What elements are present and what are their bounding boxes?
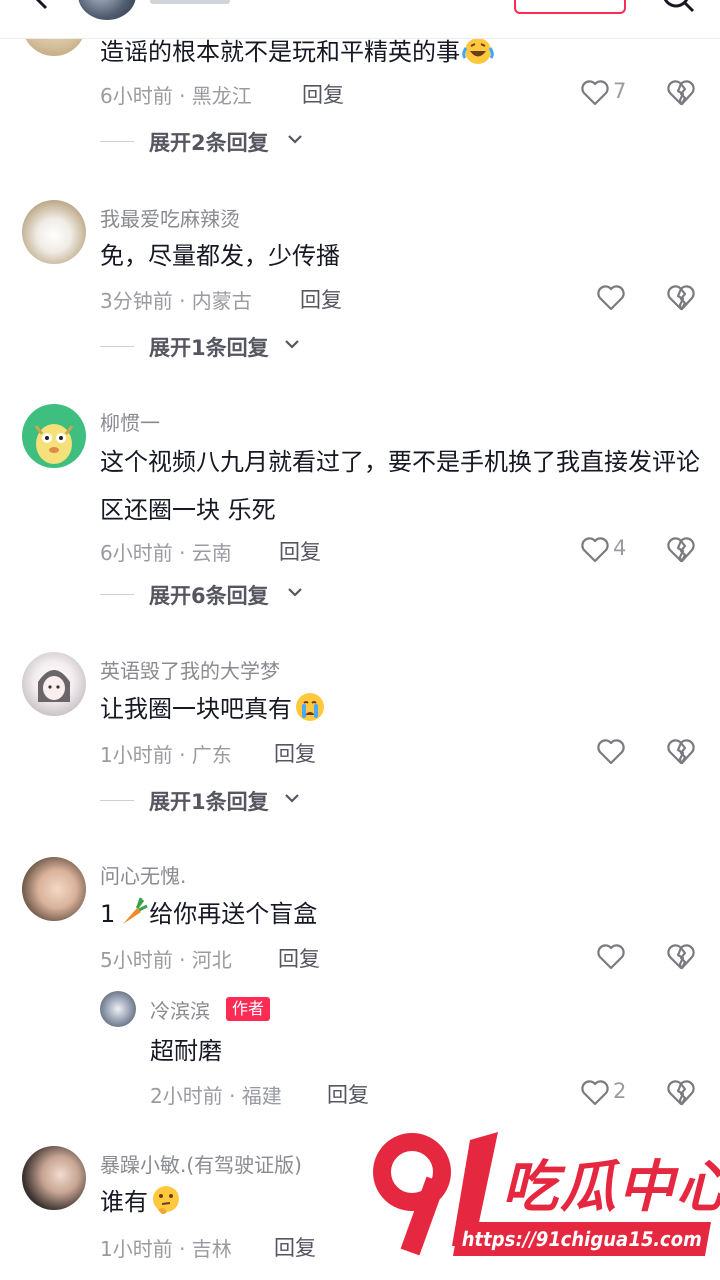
- thinking-emoji-icon: [153, 1186, 179, 1214]
- avatar[interactable]: [22, 1146, 86, 1210]
- like-button[interactable]: 2: [580, 1078, 630, 1108]
- like-button[interactable]: [596, 283, 646, 313]
- reply-button[interactable]: 回复: [327, 1079, 369, 1109]
- commenter-name[interactable]: 冷滨滨: [150, 995, 210, 1024]
- commenter-name[interactable]: 问心无愧.: [100, 860, 186, 889]
- broken-heart-icon[interactable]: [666, 283, 696, 313]
- divider: [100, 141, 134, 142]
- avatar[interactable]: [22, 404, 86, 468]
- comment-time-location: 5小时前 · 河北: [100, 948, 232, 972]
- reply-button[interactable]: 回复: [300, 284, 342, 314]
- comment-time-location: 6小时前 · 云南: [100, 541, 232, 565]
- like-count: 2: [613, 1079, 627, 1103]
- comment-text: 免，尽量都发，少传播: [100, 242, 340, 270]
- commenter-name[interactable]: 柳惯一: [100, 407, 160, 436]
- broken-heart-icon[interactable]: [666, 535, 696, 565]
- comment-time-location: 3分钟前 · 内蒙古: [100, 289, 252, 313]
- author-avatar[interactable]: [78, 0, 136, 20]
- top-bar: [0, 0, 720, 39]
- heart-outline-icon: [597, 285, 625, 311]
- avatar[interactable]: [22, 200, 86, 264]
- broken-heart-icon[interactable]: [666, 78, 696, 108]
- anime-girl-avatar-icon: [38, 670, 70, 702]
- expand-replies-label: 展开1条回复: [149, 790, 269, 814]
- watermark-url: https://91chigua15.com: [453, 1222, 711, 1256]
- watermark-title: 吃瓜中心: [502, 1155, 720, 1220]
- commenter-name[interactable]: 暴躁小敏.(有驾驶证版): [100, 1149, 302, 1178]
- like-count: 4: [613, 536, 627, 560]
- heart-outline-icon: [581, 1080, 609, 1106]
- avatar[interactable]: [22, 652, 86, 716]
- reply-button[interactable]: 回复: [302, 79, 344, 109]
- reply-button[interactable]: 回复: [279, 536, 321, 566]
- divider: [100, 346, 134, 347]
- broken-heart-icon[interactable]: [666, 1078, 696, 1108]
- like-button[interactable]: 4: [580, 535, 630, 565]
- comment-time-location: 6小时前 · 黑龙江: [100, 84, 252, 108]
- expand-replies-label: 展开2条回复: [149, 131, 269, 155]
- reply-button[interactable]: 回复: [274, 1232, 316, 1262]
- comment-text: 让我圈一块吧真有: [100, 685, 700, 733]
- avatar[interactable]: [22, 857, 86, 921]
- author-name: [150, 0, 230, 4]
- reply-button[interactable]: 回复: [274, 738, 316, 768]
- avatar[interactable]: [100, 991, 136, 1027]
- expand-replies-label: 展开6条回复: [149, 584, 269, 608]
- heart-outline-icon: [597, 944, 625, 970]
- comment-text: 1 给你再送个盲盒: [100, 890, 700, 938]
- carrot-emoji-icon: [123, 897, 148, 924]
- commenter-name[interactable]: 我最爱吃麻辣烫: [100, 203, 240, 232]
- crying-emoji-icon: [296, 693, 324, 721]
- like-button[interactable]: [596, 737, 646, 767]
- heart-outline-icon: [597, 739, 625, 765]
- search-icon[interactable]: [660, 0, 696, 16]
- sub-reply: 冷滨滨 作者 超耐磨 2小时前 · 福建 回复 2: [0, 987, 720, 1109]
- like-button[interactable]: 7: [580, 78, 630, 108]
- chevron-down-icon: [285, 794, 299, 803]
- divider: [100, 800, 134, 801]
- chevron-down-icon: [285, 340, 299, 349]
- author-badge: 作者: [226, 997, 271, 1021]
- heart-outline-icon: [581, 80, 609, 106]
- divider: [100, 594, 134, 595]
- comment-time-location: 2小时前 · 福建: [150, 1084, 282, 1108]
- comment-time-location: 1小时前 · 广东: [100, 743, 232, 767]
- back-arrow-icon[interactable]: [26, 0, 54, 10]
- broken-heart-icon[interactable]: [666, 737, 696, 767]
- heart-outline-icon: [581, 537, 609, 563]
- site-watermark: 吃瓜中心 https://91chigua15.com: [370, 1128, 720, 1268]
- chevron-down-icon: [288, 588, 302, 597]
- comment-time-location: 1小时前 · 吉林: [100, 1237, 232, 1261]
- comment-text: 超耐磨: [150, 1037, 222, 1065]
- like-button[interactable]: [596, 942, 646, 972]
- comment-text: 这个视频八九月就看过了，要不是手机换了我直接发评论区还圈一块 乐死: [100, 448, 700, 524]
- broken-heart-icon[interactable]: [666, 942, 696, 972]
- cartoon-avatar-icon: [34, 424, 74, 464]
- like-count: 7: [613, 79, 627, 103]
- commenter-name[interactable]: 英语毁了我的大学梦: [100, 655, 280, 684]
- follow-button[interactable]: [514, 0, 626, 14]
- reply-button[interactable]: 回复: [278, 943, 320, 973]
- expand-replies-label: 展开1条回复: [149, 336, 269, 360]
- chevron-down-icon: [288, 135, 302, 144]
